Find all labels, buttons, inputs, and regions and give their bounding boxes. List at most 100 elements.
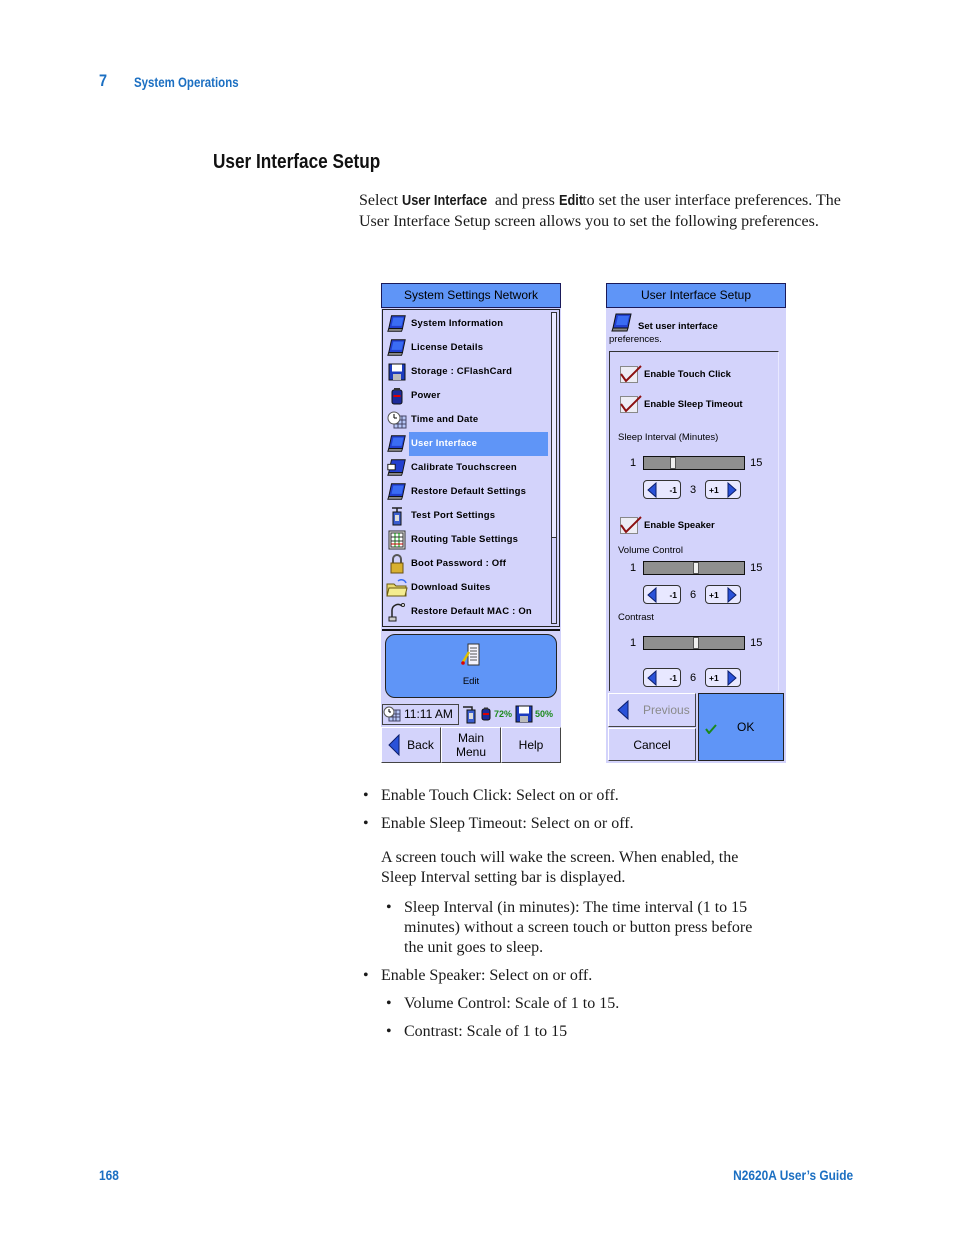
folder-icon [385, 577, 409, 599]
decrement-button[interactable]: -1 [643, 585, 681, 604]
menu-item[interactable]: Routing Table Settings [385, 528, 548, 552]
menu-item[interactable]: Time and Date [385, 408, 548, 432]
menu-item[interactable]: Storage : CFlashCard [385, 360, 548, 384]
menu-item-label: Restore Default MAC : On [411, 606, 532, 617]
intro-bold-user-interface: User Interface [402, 193, 488, 209]
intro-text: and press [490, 192, 559, 209]
arrow-left-icon [647, 586, 657, 603]
arrow-right-icon [727, 481, 737, 498]
enable-sleep-timeout-row[interactable]: Enable Sleep Timeout [620, 395, 743, 413]
sleep-interval-slider[interactable] [643, 456, 746, 470]
help-label: Help [518, 738, 544, 752]
menu-item[interactable]: Download Suites [385, 576, 548, 600]
bullet-text: minutes) without a screen touch or butto… [404, 919, 753, 936]
bullet-text: A screen touch will wake the screen. Whe… [381, 849, 739, 866]
bullet-text: Sleep Interval (in minutes): The time in… [404, 899, 748, 916]
menu-item[interactable]: Restore Default MAC : On [385, 600, 548, 624]
test-port-status-icon [463, 706, 476, 724]
bullet-text: Enable Sleep Timeout: Select on or off. [381, 815, 634, 832]
menu-item[interactable]: User Interface [385, 432, 548, 456]
previous-label: Previous [643, 703, 690, 717]
increment-button[interactable]: +1 [705, 668, 741, 687]
increment-button[interactable]: +1 [705, 585, 741, 604]
help-button[interactable]: Help [501, 727, 561, 763]
slider-min: 1 [630, 637, 637, 649]
contrast-value: 6 [689, 671, 697, 684]
enable-speaker-checkbox[interactable] [620, 516, 642, 534]
contrast-slider-row: 1 15 [630, 636, 762, 650]
clock-calendar-icon [383, 706, 401, 722]
enable-touch-click-row[interactable]: Enable Touch Click [620, 365, 731, 383]
main-menu-button[interactable]: Main Menu [441, 727, 501, 763]
edit-area: Edit [382, 629, 560, 701]
slider-max: 15 [750, 457, 763, 469]
edit-document-icon [461, 643, 481, 672]
floppy-disk-icon [515, 705, 533, 723]
preferences-panel: Enable Touch Click Enable Sleep Timeout … [609, 351, 779, 691]
decrement-button[interactable]: -1 [643, 480, 681, 499]
cancel-button[interactable]: Cancel [608, 728, 696, 761]
pda-icon [385, 337, 409, 359]
sleep-interval-slider-row: 1 15 [630, 456, 762, 470]
enable-touch-click-checkbox[interactable] [620, 365, 642, 383]
clock[interactable]: 11:11 AM [382, 703, 459, 725]
decrement-button[interactable]: -1 [643, 668, 681, 687]
menu-item[interactable]: Boot Password : Off [385, 552, 548, 576]
menu-item[interactable]: Test Port Settings [385, 504, 548, 528]
storage-percent: 50% [535, 709, 554, 719]
enable-speaker-row[interactable]: Enable Speaker [620, 516, 715, 534]
bullet-dot: • [363, 787, 369, 804]
description-line2: preferences. [609, 334, 662, 345]
test-port-icon [385, 505, 409, 527]
enable-sleep-timeout-checkbox[interactable] [620, 395, 642, 413]
slider-max: 15 [750, 562, 763, 574]
settings-menu-list: System Information License Details Storage… [382, 309, 560, 627]
slider-thumb[interactable] [670, 457, 677, 469]
menu-item[interactable]: Restore Default Settings [385, 480, 548, 504]
volume-control-label: Volume Control [618, 545, 683, 556]
main-menu-label: Main Menu [456, 731, 486, 759]
slider-thumb[interactable] [693, 562, 700, 574]
menu-item-label: Restore Default Settings [411, 486, 527, 497]
menu-item[interactable]: Calibrate Touchscreen [385, 456, 548, 480]
ok-button[interactable]: OK [698, 693, 784, 761]
scrollbar[interactable] [551, 312, 557, 624]
increment-button[interactable]: +1 [705, 480, 741, 499]
arrow-left-icon [388, 734, 400, 756]
sleep-interval-value: 3 [689, 483, 697, 496]
menu-item[interactable]: System Information [385, 312, 548, 336]
volume-slider-row: 1 15 [630, 561, 762, 575]
arrow-left-icon [647, 669, 657, 686]
bullet-dot: • [363, 967, 369, 984]
back-button[interactable]: Back [381, 727, 441, 763]
system-settings-screen: System Settings Network System Informati… [381, 283, 561, 763]
checkmark-icon [705, 724, 717, 734]
bullet-dot: • [386, 899, 392, 916]
arrow-left-icon [647, 481, 657, 498]
menu-item-label: User Interface [409, 432, 548, 456]
arrow-left-icon [617, 700, 629, 720]
volume-slider[interactable] [643, 561, 746, 575]
intro-text: Select [359, 192, 403, 209]
battery-icon [385, 385, 409, 407]
menu-item-label: Storage : CFlashCard [411, 366, 513, 377]
chapter-title: System Operations [134, 75, 239, 90]
description: Set user interface [610, 313, 718, 333]
slider-thumb[interactable] [693, 637, 700, 649]
enable-touch-click-label: Enable Touch Click [644, 369, 731, 380]
cancel-label: Cancel [633, 737, 671, 752]
scroll-thumb[interactable] [552, 313, 556, 538]
increment-label: +1 [709, 484, 719, 495]
edit-button[interactable]: Edit [385, 634, 557, 698]
contrast-stepper: -1 6 +1 [643, 668, 741, 687]
menu-item[interactable]: Power [385, 384, 548, 408]
bottom-nav: Back Main Menu Help [381, 727, 561, 763]
contrast-slider[interactable] [643, 636, 746, 650]
bullet-text: Enable Speaker: Select on or off. [381, 967, 593, 984]
previous-button[interactable]: Previous [608, 693, 696, 727]
menu-item-label: Boot Password : Off [411, 558, 507, 569]
enable-speaker-label: Enable Speaker [644, 520, 715, 531]
bullet-dot: • [386, 1023, 392, 1040]
chapter-number: 7 [99, 71, 108, 90]
menu-item[interactable]: License Details [385, 336, 548, 360]
